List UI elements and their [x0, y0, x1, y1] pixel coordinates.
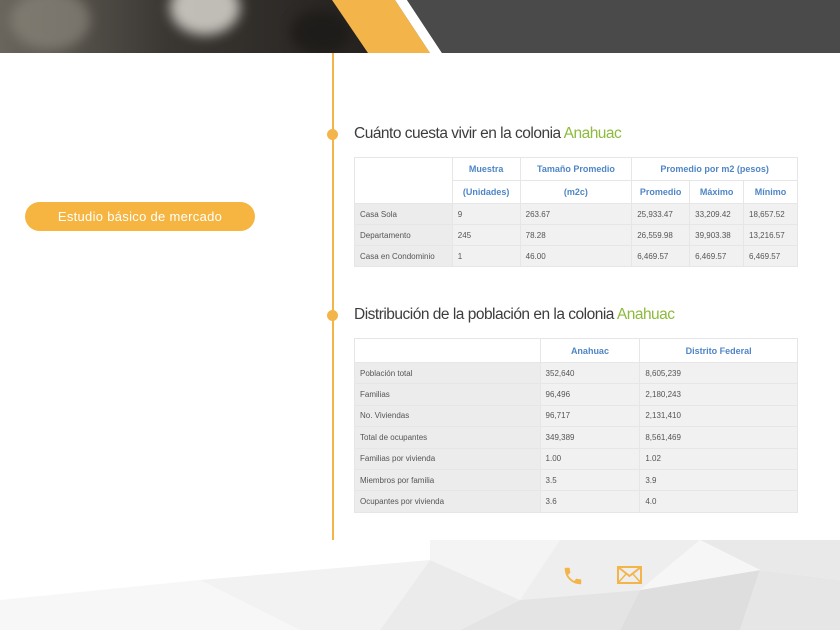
header-tamano: Tamaño Promedio: [519, 157, 633, 181]
header-banner: [0, 0, 840, 53]
header-dark-panel: [407, 0, 840, 53]
header-anahuac: Anahuac: [539, 338, 641, 363]
footer-polygons: [0, 540, 840, 630]
header-maximo: Máximo: [689, 180, 745, 204]
section-title-poblacion: Distribución de la población en la colon…: [354, 306, 675, 323]
header-m2c: (m2c): [519, 180, 633, 204]
table-row: Casa en Condominio 1 46.00 6,469.57 6,469.57…: [354, 245, 798, 267]
table-row: Población total 352,640 8,605,239: [354, 361, 798, 385]
header-promedio-m2: Promedio por m2 (pesos): [631, 157, 798, 181]
empty-header-cell: [354, 157, 453, 204]
table-row: Casa Sola 9 263.67 25,933.47 33,209.42 18,657…: [354, 203, 798, 225]
header-promedio: Promedio: [631, 180, 691, 204]
table-row: Total de ocupantes 349,389 8,561,469: [354, 426, 798, 449]
phone-icon[interactable]: [562, 565, 584, 587]
header-unidades: (Unidades): [451, 180, 521, 204]
table-row: Departamento 245 78.28 26,559.98 39,903.38 13…: [354, 224, 798, 246]
table-row: Familias por vivienda 1.00 1.02: [354, 447, 798, 470]
table-row: No. Viviendas 96,717 2,131,410: [354, 404, 798, 428]
costo-table: Muestra Tamaño Promedio Promedio por m2 …: [354, 157, 798, 267]
table-row: Miembros por familia 3.5 3.9: [354, 468, 798, 492]
estudio-mercado-pill[interactable]: Estudio básico de mercado: [25, 202, 255, 231]
header-shapes: [332, 0, 840, 53]
footer-background: [0, 540, 840, 630]
colonia-name: Anahuac: [563, 125, 622, 142]
timeline-dot-2: [327, 310, 338, 321]
colonia-name: Anahuac: [616, 306, 675, 323]
poblacion-table: Anahuac Distrito Federal Población total…: [354, 338, 798, 513]
header-minimo: Mínimo: [743, 180, 798, 204]
pill-label: Estudio básico de mercado: [57, 209, 223, 224]
empty-header-cell: [354, 338, 541, 363]
timeline-dot-1: [327, 129, 338, 140]
table-row: Ocupantes por vivienda 3.6 4.0: [354, 490, 798, 513]
header-distrito-federal: Distrito Federal: [639, 338, 798, 363]
section-title-costo: Cuánto cuesta vivir en la colonia Anahua…: [354, 125, 622, 142]
header-muestra: Muestra: [451, 157, 521, 181]
timeline-line: [332, 53, 334, 545]
table-row: Familias 96,496 2,180,243: [354, 383, 798, 406]
mail-icon[interactable]: [617, 566, 642, 584]
